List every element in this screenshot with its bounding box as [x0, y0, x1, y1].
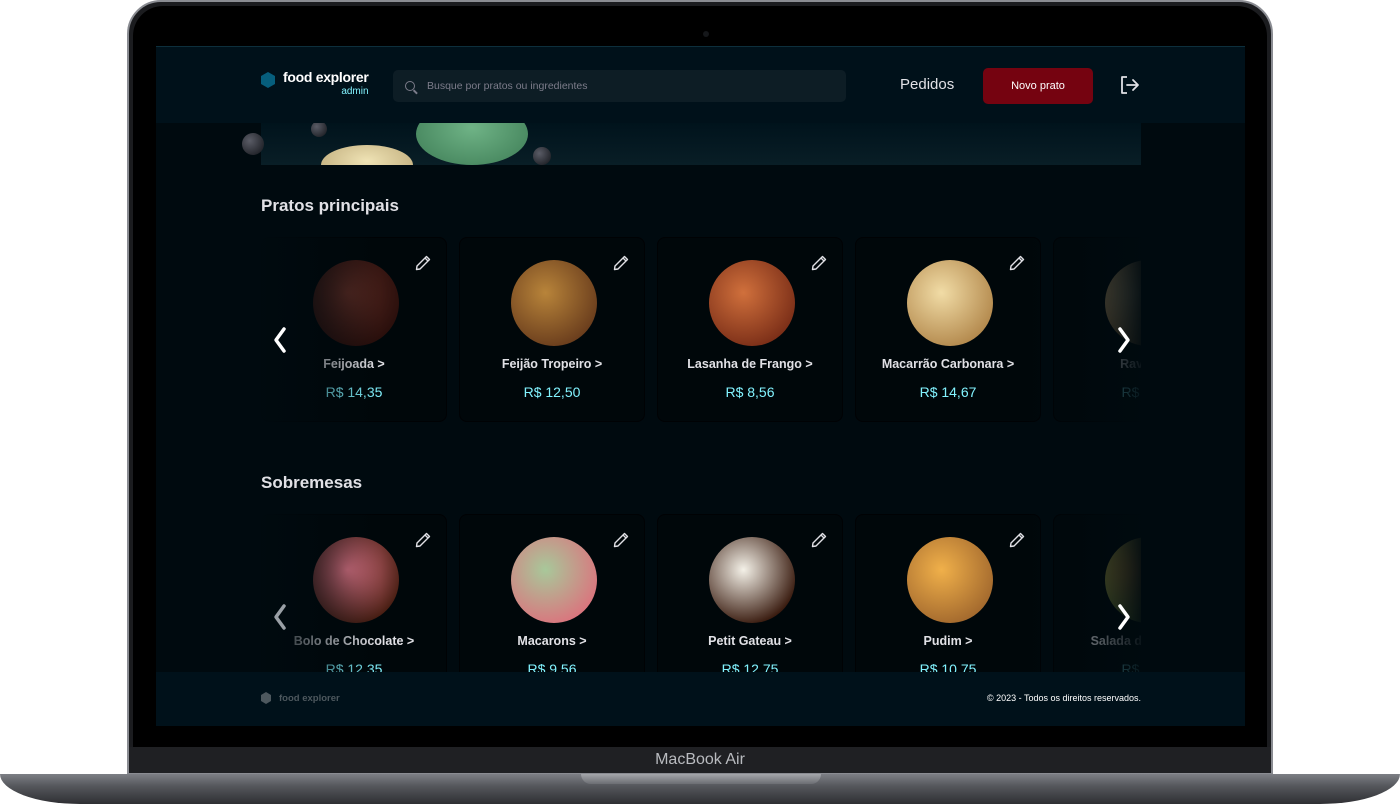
dish-name[interactable]: Feijoada > — [262, 357, 446, 371]
dish-carousel: Feijoada > R$ 14,35 Feijão Tropeiro > R$ 12… — [261, 237, 1141, 422]
dish-name[interactable]: Salada de Frutas > — [1054, 634, 1141, 648]
dish-image[interactable] — [313, 537, 399, 623]
camera-icon — [703, 31, 709, 37]
dish-price: R$ 12,50 — [523, 384, 581, 400]
chevron-left-icon[interactable] — [269, 325, 291, 355]
edit-pencil-icon[interactable] — [414, 531, 432, 549]
copyright-text: © 2023 - Todos os direitos reservados. — [986, 693, 1141, 703]
hexagon-logo-icon — [261, 72, 275, 88]
logo-name: food explorer — [283, 69, 369, 85]
dish-name[interactable]: Macarons > — [460, 634, 644, 648]
dish-price: R$ 8,90 — [1121, 661, 1141, 672]
footer-logo: food explorer — [261, 692, 340, 704]
dish-name[interactable]: Pudim > — [856, 634, 1040, 648]
dish-price: R$ 9,56 — [527, 661, 577, 672]
dish-card[interactable]: Pudim > R$ 10,75 — [855, 514, 1041, 672]
dish-card[interactable]: Petit Gateau > R$ 12,75 — [657, 514, 843, 672]
logo-admin-tag: admin — [341, 86, 369, 97]
search-bar[interactable] — [393, 70, 846, 102]
dish-name[interactable]: Petit Gateau > — [658, 634, 842, 648]
dish-name[interactable]: Macarrão Carbonara > — [856, 357, 1040, 371]
dish-price: R$ 8,56 — [725, 384, 775, 400]
dish-price: R$ 10,75 — [919, 661, 977, 672]
section-title: Sobremesas — [261, 473, 363, 492]
dish-image[interactable] — [511, 260, 597, 346]
dish-image[interactable] — [511, 537, 597, 623]
footer-logo-name: food explorer — [279, 692, 340, 704]
edit-pencil-icon[interactable] — [612, 531, 630, 549]
edit-pencil-icon[interactable] — [810, 531, 828, 549]
logo[interactable]: food explorer admin — [261, 69, 369, 97]
chevron-right-icon[interactable] — [1113, 325, 1135, 355]
footer: food explorer © 2023 - Todos os direitos… — [156, 672, 1245, 726]
chevron-right-icon[interactable] — [1113, 602, 1135, 632]
dish-price: R$ 12,35 — [325, 661, 383, 672]
edit-pencil-icon[interactable] — [1008, 531, 1026, 549]
dish-card[interactable]: Feijão Tropeiro > R$ 12,50 — [459, 237, 645, 422]
edit-pencil-icon[interactable] — [612, 254, 630, 272]
edit-pencil-icon[interactable] — [414, 254, 432, 272]
hexagon-logo-icon — [261, 692, 271, 704]
orders-link[interactable]: Pedidos — [900, 76, 954, 93]
dish-card[interactable]: Lasanha de Frango > R$ 8,56 — [657, 237, 843, 422]
berry-image — [533, 147, 551, 165]
dish-name[interactable]: Ravioli > — [1054, 357, 1141, 371]
header: food explorer admin Pedidos Novo prato — [156, 46, 1245, 123]
search-icon — [405, 81, 415, 91]
edit-pencil-icon[interactable] — [1008, 254, 1026, 272]
edit-pencil-icon[interactable] — [810, 254, 828, 272]
device-model-label: MacBook Air — [655, 751, 745, 768]
dish-card[interactable]: Macarrão Carbonara > R$ 14,67 — [855, 237, 1041, 422]
new-dish-button[interactable]: Novo prato — [983, 68, 1093, 104]
laptop-hinge: MacBook Air — [129, 747, 1271, 773]
berry-image — [311, 123, 327, 137]
dish-image[interactable] — [313, 260, 399, 346]
hero-banner — [261, 123, 1141, 165]
section-title: Pratos principais — [261, 196, 399, 215]
search-input[interactable] — [427, 80, 807, 92]
dessert-carousel: Bolo de Chocolate > R$ 12,35 Macarons > R$ … — [261, 514, 1141, 672]
dish-image[interactable] — [709, 260, 795, 346]
dish-card[interactable]: Salada de Frutas > R$ 8,90 — [1053, 514, 1141, 672]
dish-price: R$ 14,67 — [919, 384, 977, 400]
dish-card[interactable]: Bolo de Chocolate > R$ 12,35 — [261, 514, 447, 672]
dish-price: R$ 12,75 — [721, 661, 779, 672]
chevron-left-icon[interactable] — [269, 602, 291, 632]
dish-image[interactable] — [907, 537, 993, 623]
macaron-image — [416, 123, 528, 165]
dish-price: R$ 9,90 — [1121, 384, 1141, 400]
dish-image[interactable] — [907, 260, 993, 346]
dish-name[interactable]: Bolo de Chocolate > — [262, 634, 446, 648]
dish-name[interactable]: Lasanha de Frango > — [658, 357, 842, 371]
berry-image — [242, 133, 264, 155]
laptop-notch — [581, 774, 821, 784]
logout-icon[interactable] — [1120, 76, 1140, 94]
dish-card[interactable]: Macarons > R$ 9,56 — [459, 514, 645, 672]
dish-name[interactable]: Feijão Tropeiro > — [460, 357, 644, 371]
dish-image[interactable] — [709, 537, 795, 623]
dish-price: R$ 14,35 — [325, 384, 383, 400]
app-screen: food explorer admin Pedidos Novo prato P… — [156, 46, 1245, 726]
macaron-image — [321, 145, 413, 165]
